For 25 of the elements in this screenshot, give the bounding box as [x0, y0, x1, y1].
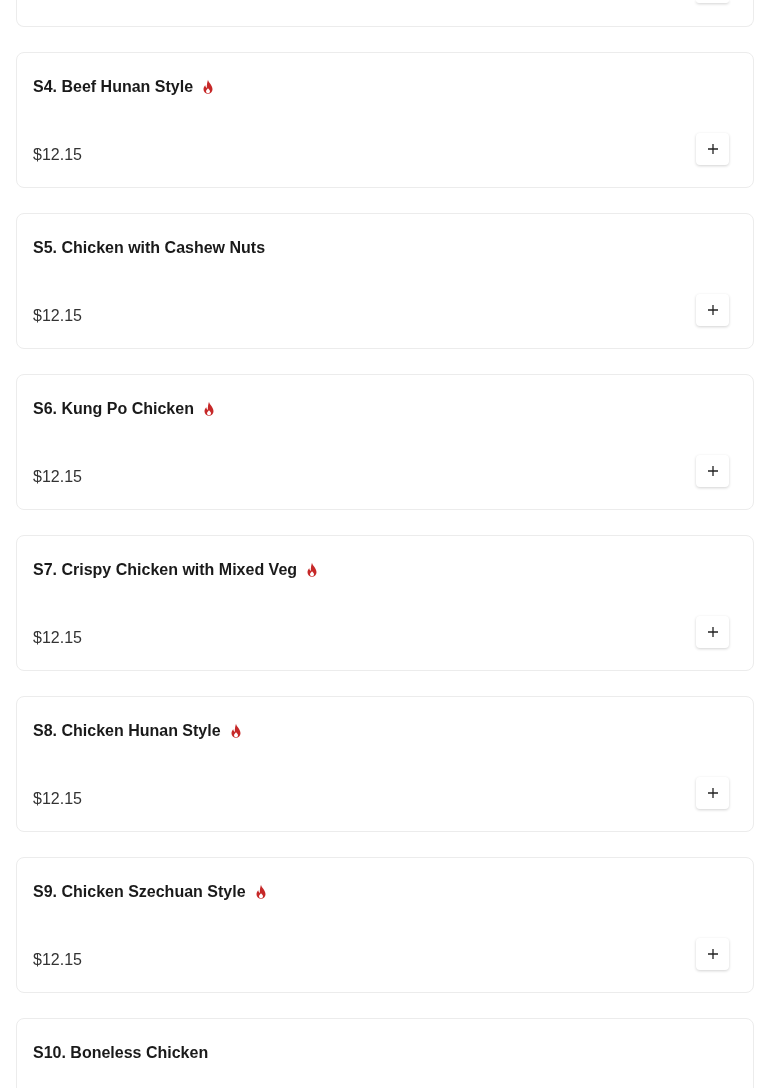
add-button[interactable]: [696, 938, 729, 970]
add-button[interactable]: [696, 777, 729, 809]
add-button[interactable]: [696, 294, 729, 326]
price: $12.15: [33, 789, 82, 809]
price: $12.15: [33, 628, 82, 648]
price: $12.15: [33, 950, 82, 970]
price: $12.15: [33, 467, 82, 487]
dish-name: S5. Chicken with Cashew Nuts: [33, 239, 266, 257]
dish-name: S8. Chicken Hunan Style: [33, 722, 221, 740]
price: $12.15: [33, 306, 82, 326]
dish-name: S10. Boneless Chicken: [33, 1044, 209, 1062]
plus-icon: [706, 465, 719, 477]
plus-icon: [706, 948, 719, 960]
add-button[interactable]: [696, 616, 729, 648]
dish-name: S6. Kung Po Chicken: [33, 400, 194, 418]
plus-icon: [706, 626, 719, 638]
plus-icon: [706, 304, 719, 316]
dish-name: S7. Crispy Chicken with Mixed Veg: [33, 561, 298, 579]
price: $12.15: [33, 145, 82, 165]
plus-icon: [706, 143, 719, 155]
add-button[interactable]: [696, 133, 729, 165]
dish-name: S4. Beef Hunan Style: [33, 78, 194, 96]
add-button[interactable]: [696, 455, 729, 487]
plus-icon: [706, 787, 719, 799]
dish-name: S9. Chicken Szechuan Style: [33, 883, 246, 901]
